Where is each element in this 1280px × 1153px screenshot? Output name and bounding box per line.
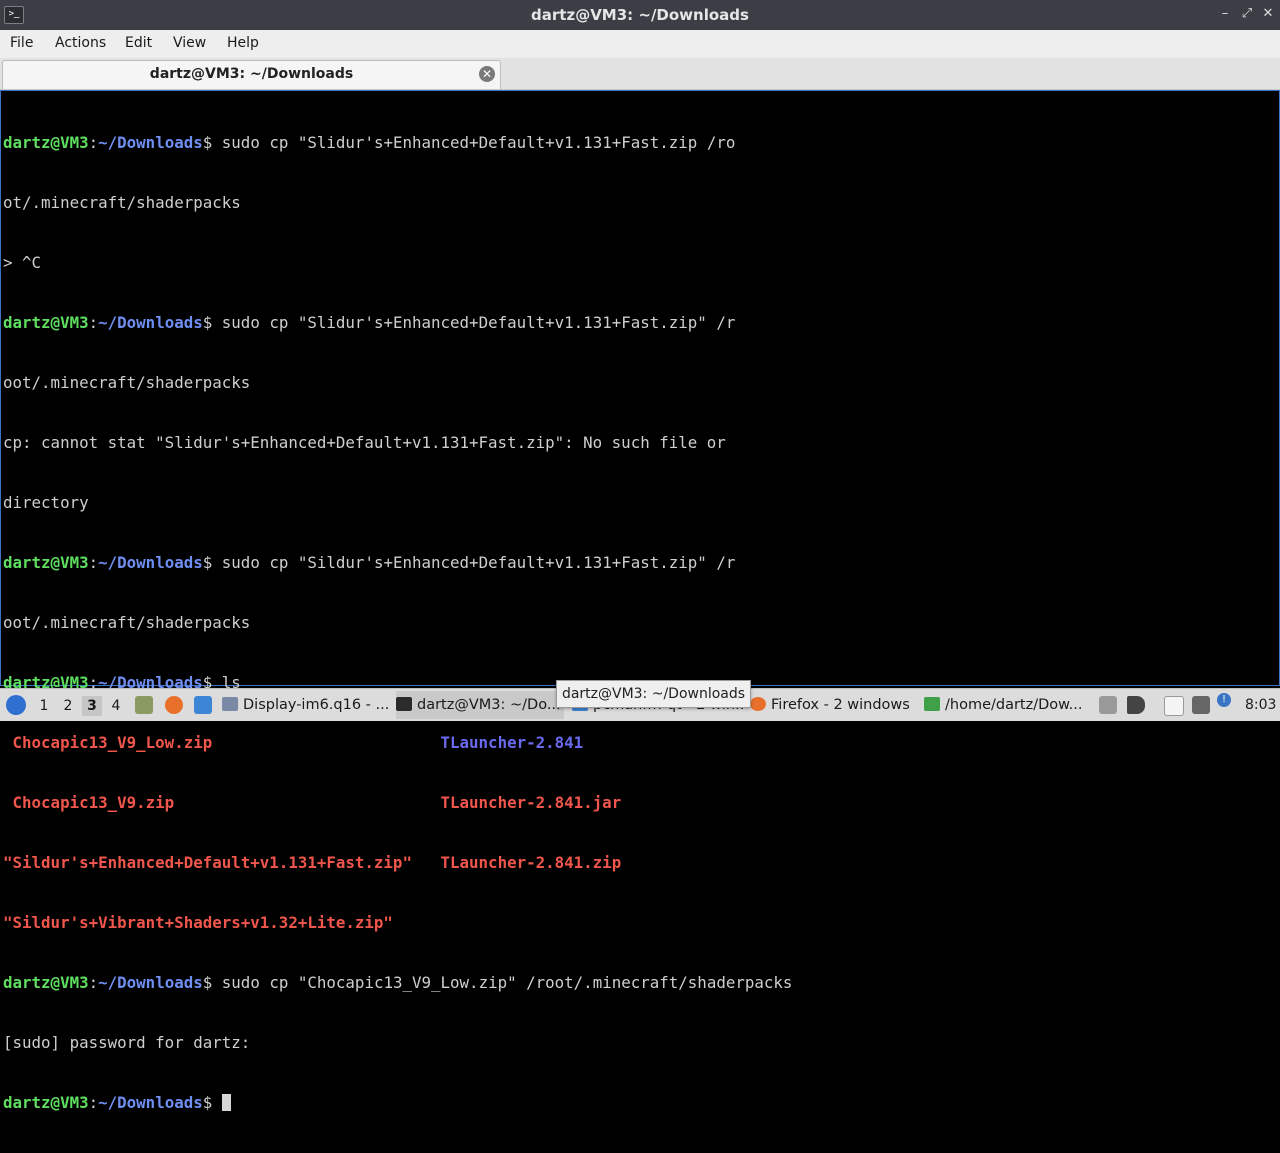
task-file-manager[interactable]: /home/dartz/Dow... bbox=[924, 691, 1090, 719]
workspace-4[interactable]: 4 bbox=[106, 696, 126, 716]
ls-spacing bbox=[174, 793, 440, 812]
task-firefox[interactable]: Firefox - 2 windows bbox=[750, 691, 920, 719]
ls-output-row: Chocapic13_V9_Low.zip TLauncher-2.841 bbox=[3, 733, 792, 753]
task-label: Firefox - 2 windows bbox=[771, 697, 910, 713]
volume-icon[interactable] bbox=[1127, 696, 1145, 714]
command-text: sudo cp "Slidur's+Enhanced+Default+v1.13… bbox=[221, 133, 736, 152]
ls-output-row: "Sildur's+Vibrant+Shaders+v1.32+Lite.zip… bbox=[3, 913, 792, 933]
tab-label: dartz@VM3: ~/Downloads bbox=[149, 66, 354, 82]
minimize-button[interactable]: – bbox=[1216, 5, 1234, 23]
task-terminal[interactable]: dartz@VM3: ~/Do... bbox=[396, 691, 564, 719]
taskbar-tooltip: dartz@VM3: ~/Downloads bbox=[556, 680, 751, 708]
prompt-path: ~/Downloads bbox=[98, 973, 203, 992]
command-text: sudo cp "Chocapic13_V9_Low.zip" /root/.m… bbox=[221, 973, 793, 992]
terminal-output: dartz@VM3:~/Downloads$ sudo cp "Slidur's… bbox=[3, 93, 792, 1153]
ls-jar-file: TLauncher-2.841.jar bbox=[440, 793, 622, 812]
notification-icon[interactable]: ! bbox=[1217, 693, 1231, 707]
prompt-path: ~/Downloads bbox=[98, 1093, 203, 1112]
close-window-button[interactable]: ✕ bbox=[1259, 5, 1277, 23]
prompt-path: ~/Downloads bbox=[98, 133, 203, 152]
terminal-window-icon bbox=[396, 697, 412, 711]
ls-spacing bbox=[412, 853, 441, 872]
ls-directory: TLauncher-2.841 bbox=[440, 733, 584, 752]
prompt-symbol: $ bbox=[202, 313, 222, 332]
prompt-path: ~/Downloads bbox=[98, 553, 203, 572]
prompt-colon: : bbox=[88, 133, 99, 152]
terminal-line: dartz@VM3:~/Downloads$ sudo cp "Slidur's… bbox=[3, 313, 792, 333]
prompt-user-host: dartz@VM3 bbox=[3, 1093, 89, 1112]
menu-help[interactable]: Help bbox=[227, 35, 259, 51]
terminal-line: dartz@VM3:~/Downloads$ sudo cp "Chocapic… bbox=[3, 973, 792, 993]
start-menu-icon[interactable] bbox=[6, 695, 26, 715]
prompt-user-host: dartz@VM3 bbox=[3, 553, 89, 572]
menu-bar: File Actions Edit View Help bbox=[0, 30, 1280, 58]
ls-zip-file: Chocapic13_V9_Low.zip bbox=[3, 733, 213, 752]
eject-icon[interactable] bbox=[1099, 696, 1117, 714]
command-text: sudo cp "Sildur's+Enhanced+Default+v1.13… bbox=[221, 553, 736, 572]
workspace-3[interactable]: 3 bbox=[82, 696, 102, 716]
ls-output-row: "Sildur's+Enhanced+Default+v1.131+Fast.z… bbox=[3, 853, 792, 873]
ls-output-row: Chocapic13_V9.zip TLauncher-2.841.jar bbox=[3, 793, 792, 813]
menu-actions[interactable]: Actions bbox=[55, 35, 106, 51]
terminal-line: dartz@VM3:~/Downloads$ bbox=[3, 1093, 792, 1113]
ls-spacing bbox=[212, 733, 440, 752]
tab-terminal[interactable]: dartz@VM3: ~/Downloads ✕ bbox=[2, 60, 501, 89]
display-window-icon bbox=[222, 697, 238, 711]
prompt-symbol: $ bbox=[202, 1093, 222, 1112]
ls-zip-file: Chocapic13_V9.zip bbox=[3, 793, 175, 812]
prompt-colon: : bbox=[88, 973, 99, 992]
terminal-line: cp: cannot stat "Slidur's+Enhanced+Defau… bbox=[3, 433, 726, 452]
terminal-view[interactable]: dartz@VM3:~/Downloads$ sudo cp "Slidur's… bbox=[0, 90, 1280, 1112]
workspace-1[interactable]: 1 bbox=[34, 696, 54, 716]
terminal-line: directory bbox=[3, 493, 89, 512]
show-desktop-icon[interactable] bbox=[135, 696, 153, 714]
prompt-symbol: $ bbox=[202, 973, 222, 992]
ls-zip-file: "Sildur's+Enhanced+Default+v1.131+Fast.z… bbox=[3, 853, 412, 872]
terminal-line: > ^C bbox=[3, 253, 42, 272]
file-manager-launcher-icon[interactable] bbox=[194, 696, 212, 714]
task-display[interactable]: Display-im6.q16 - ... bbox=[222, 691, 392, 719]
maximize-button[interactable]: ⤢ bbox=[1238, 5, 1256, 23]
menu-edit[interactable]: Edit bbox=[125, 35, 152, 51]
firefox-window-icon bbox=[750, 697, 766, 711]
task-label: dartz@VM3: ~/Do... bbox=[417, 697, 561, 713]
prompt-user-host: dartz@VM3 bbox=[3, 973, 89, 992]
terminal-line: ot/.minecraft/shaderpacks bbox=[3, 193, 241, 212]
menu-view[interactable]: View bbox=[173, 35, 206, 51]
prompt-colon: : bbox=[88, 313, 99, 332]
terminal-line: oot/.minecraft/shaderpacks bbox=[3, 373, 251, 392]
prompt-colon: : bbox=[88, 553, 99, 572]
network-icon[interactable] bbox=[1192, 696, 1210, 714]
prompt-path: ~/Downloads bbox=[98, 313, 203, 332]
clipboard-icon[interactable] bbox=[1164, 696, 1184, 716]
prompt-colon: : bbox=[88, 1093, 99, 1112]
workspace-2[interactable]: 2 bbox=[58, 696, 78, 716]
terminal-line: [sudo] password for dartz: bbox=[3, 1033, 251, 1052]
prompt-user-host: dartz@VM3 bbox=[3, 133, 89, 152]
prompt-user-host: dartz@VM3 bbox=[3, 313, 89, 332]
file-manager-window-icon bbox=[924, 697, 940, 711]
terminal-line: dartz@VM3:~/Downloads$ sudo cp "Sildur's… bbox=[3, 553, 792, 573]
window-titlebar[interactable]: >_ dartz@VM3: ~/Downloads – ⤢ ✕ bbox=[0, 0, 1280, 30]
tab-bar: dartz@VM3: ~/Downloads ✕ bbox=[0, 58, 1280, 90]
terminal-line: dartz@VM3:~/Downloads$ sudo cp "Slidur's… bbox=[3, 133, 792, 153]
clock[interactable]: 8:03 bbox=[1245, 697, 1276, 713]
command-text: sudo cp "Slidur's+Enhanced+Default+v1.13… bbox=[221, 313, 736, 332]
prompt-symbol: $ bbox=[202, 553, 222, 572]
tab-close-icon[interactable]: ✕ bbox=[479, 66, 495, 82]
terminal-cursor bbox=[221, 1094, 231, 1111]
ls-zip-file: TLauncher-2.841.zip bbox=[440, 853, 622, 872]
task-label: /home/dartz/Dow... bbox=[945, 697, 1083, 713]
firefox-launcher-icon[interactable] bbox=[165, 696, 183, 714]
ls-zip-file: "Sildur's+Vibrant+Shaders+v1.32+Lite.zip… bbox=[3, 913, 393, 932]
window-title: dartz@VM3: ~/Downloads bbox=[531, 6, 749, 24]
terminal-line: oot/.minecraft/shaderpacks bbox=[3, 613, 251, 632]
menu-file[interactable]: File bbox=[10, 35, 33, 51]
task-label: Display-im6.q16 - ... bbox=[243, 697, 390, 713]
prompt-symbol: $ bbox=[202, 133, 222, 152]
